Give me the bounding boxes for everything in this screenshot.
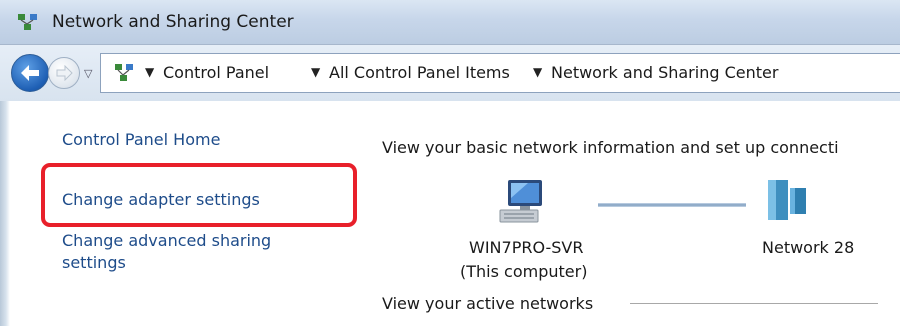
navigation-bar: ▽ ▼ Control Panel ▼ All Control Panel It…: [0, 45, 900, 101]
breadcrumb-separator-icon[interactable]: ▼: [311, 65, 320, 79]
breadcrumb-all-control-panel-items[interactable]: All Control Panel Items: [329, 63, 510, 82]
sidebar-item-change-advanced-sharing-line2[interactable]: settings: [62, 253, 126, 272]
recent-pages-dropdown[interactable]: ▽: [84, 67, 92, 80]
window-title: Network and Sharing Center: [52, 12, 294, 32]
network-sharing-center-window: Network and Sharing Center ▽ ▼ Control P…: [0, 0, 900, 326]
forward-arrow-icon: [56, 65, 73, 81]
computer-icon[interactable]: [498, 178, 550, 226]
breadcrumb-separator-icon[interactable]: ▼: [533, 65, 542, 79]
breadcrumb-separator-icon[interactable]: ▼: [145, 65, 154, 79]
page-heading: View your basic network information and …: [382, 138, 839, 157]
back-arrow-icon: [21, 65, 39, 81]
network-center-icon: [18, 14, 37, 30]
sidebar-item-control-panel-home[interactable]: Control Panel Home: [62, 130, 220, 149]
address-bar[interactable]: ▼ Control Panel ▼ All Control Panel Item…: [100, 53, 900, 93]
network-name[interactable]: Network 28: [762, 238, 854, 257]
network-center-icon: [115, 64, 133, 81]
network-icon[interactable]: [764, 176, 810, 224]
breadcrumb-network-sharing-center[interactable]: Network and Sharing Center: [551, 63, 778, 82]
breadcrumb-control-panel[interactable]: Control Panel: [163, 63, 269, 82]
sidebar-item-change-advanced-sharing[interactable]: Change advanced sharing: [62, 231, 271, 250]
connection-line: [598, 203, 746, 207]
active-networks-heading: View your active networks: [382, 294, 594, 313]
highlight-box: [41, 163, 357, 227]
section-divider: [630, 303, 878, 304]
forward-button[interactable]: [48, 57, 80, 89]
computer-name: WIN7PRO-SVR: [469, 238, 584, 257]
title-bar: Network and Sharing Center: [0, 0, 900, 45]
computer-subtitle: (This computer): [460, 262, 588, 281]
back-button[interactable]: [11, 54, 49, 92]
